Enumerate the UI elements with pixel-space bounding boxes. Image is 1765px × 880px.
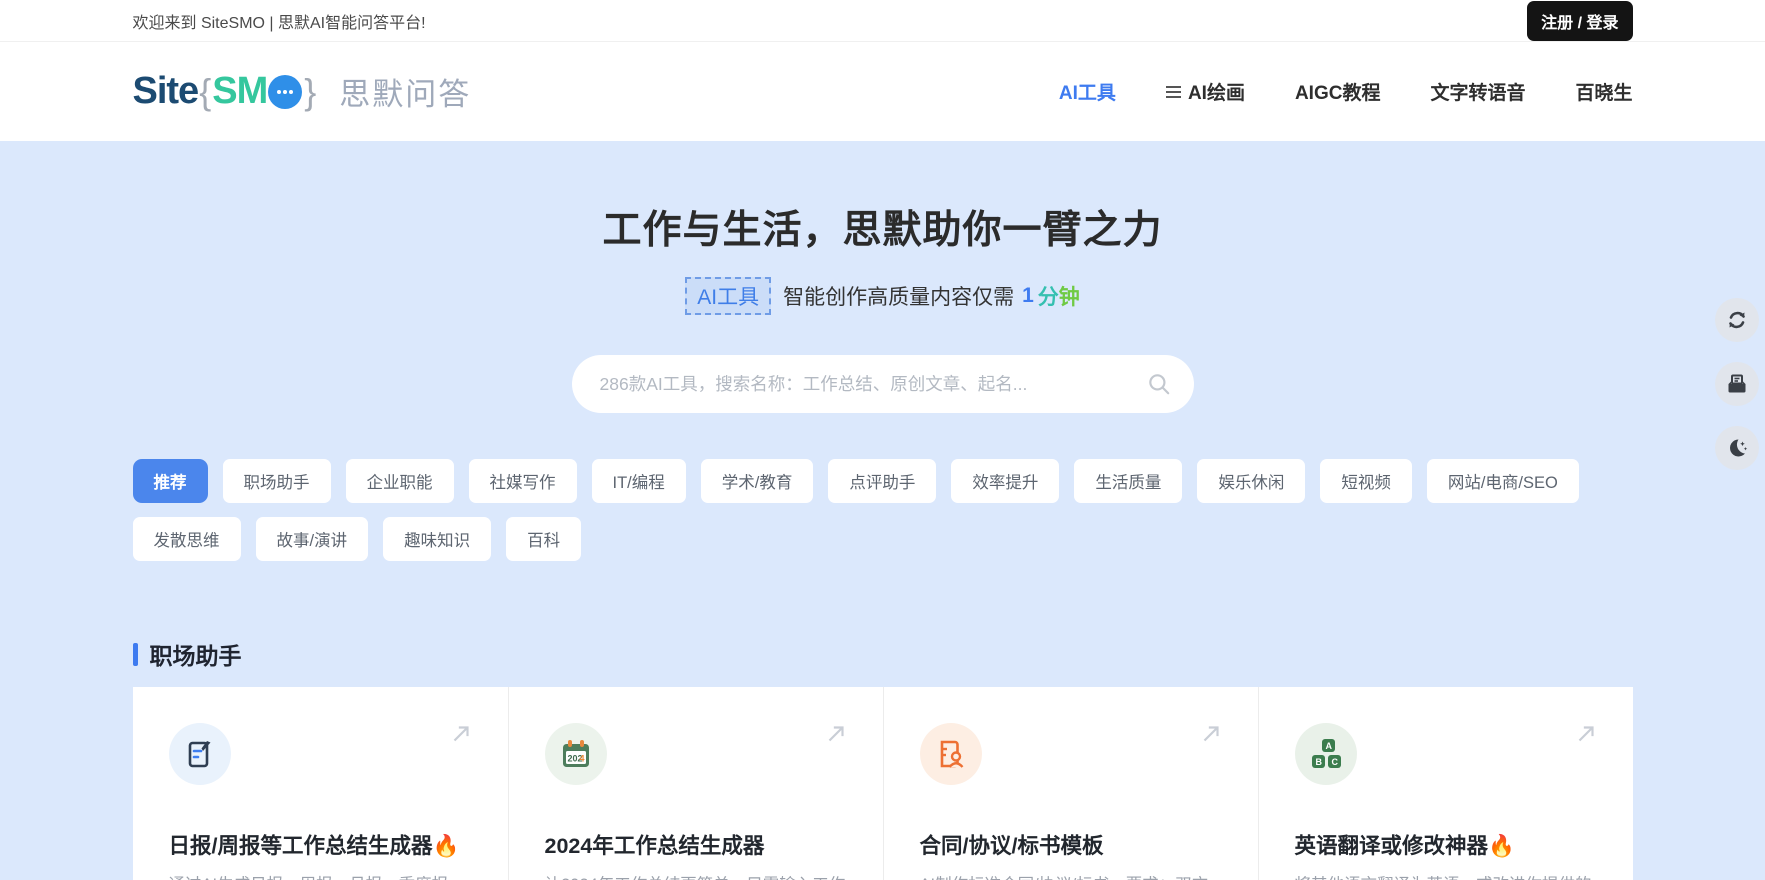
search-icon[interactable] [1146, 371, 1172, 402]
category-tags: 推荐 职场助手 企业职能 社媒写作 IT/编程 学术/教育 点评助手 效率提升 … [133, 459, 1633, 561]
highlight-unit-2: 钟 [1059, 281, 1080, 311]
tag-encyclopedia[interactable]: 百科 [506, 517, 581, 561]
inbox-button[interactable] [1715, 362, 1759, 406]
arrow-up-right-icon [1573, 721, 1599, 752]
section-header: 职场助手 [133, 637, 1633, 671]
logo-sm-text: SM [212, 70, 267, 113]
dark-mode-button[interactable] [1715, 426, 1759, 470]
card-title: 日报/周报等工作总结生成器🔥 [169, 829, 472, 860]
arrow-up-right-icon [448, 721, 474, 752]
contract-icon [920, 723, 982, 785]
nav-ai-tools-label: AI工具 [1059, 78, 1116, 105]
main-nav: AI工具 AI绘画 AIGC教程 文字转语音 百晓生 [1059, 78, 1633, 105]
ai-tools-chip: AI工具 [685, 277, 771, 315]
tag-efficiency[interactable]: 效率提升 [951, 459, 1059, 503]
tag-life-quality[interactable]: 生活质量 [1074, 459, 1182, 503]
card-description: 通过AI生成日报、周报、月报、季度报，让工作报告更简单，大大提升效率 [169, 873, 472, 880]
tag-divergent-thinking[interactable]: 发散思维 [133, 517, 241, 561]
tag-short-video[interactable]: 短视频 [1320, 459, 1412, 503]
block-letter-c: C [1331, 757, 1338, 767]
card-title: 2024年工作总结生成器 [545, 829, 847, 860]
block-letter-a: A [1325, 741, 1332, 751]
nav-aigc-tutorial-label: AIGC教程 [1295, 78, 1381, 105]
tag-social-media[interactable]: 社媒写作 [469, 459, 577, 503]
tag-recommended[interactable]: 推荐 [133, 459, 208, 503]
floating-toolbar [1715, 298, 1759, 470]
nav-baixiaosheng-label: 百晓生 [1575, 78, 1632, 105]
search-input[interactable] [572, 355, 1194, 413]
report-edit-icon [169, 723, 231, 785]
tag-story-speech[interactable]: 故事/演讲 [256, 517, 369, 561]
logo-site-text: Site [133, 70, 199, 113]
tag-workplace[interactable]: 职场助手 [223, 459, 331, 503]
tag-entertainment[interactable]: 娱乐休闲 [1197, 459, 1305, 503]
tag-enterprise[interactable]: 企业职能 [346, 459, 454, 503]
card-description: 将其他语言翻译为英语，或改进你提供的英语句子，提升工作效率 [1295, 873, 1597, 880]
register-login-button[interactable]: 注册 / 登录 [1527, 1, 1632, 41]
card-description: 让2024年工作总结更简单，只需输入工作内容和岗位，AI帮你生成工作总结 [545, 873, 847, 880]
card-title: 合同/协议/标书模板 [920, 829, 1222, 860]
tag-review[interactable]: 点评助手 [828, 459, 936, 503]
arrow-up-right-icon [1198, 721, 1224, 752]
nav-text-to-speech[interactable]: 文字转语音 [1430, 78, 1525, 105]
card-2024-summary-generator[interactable]: 202 4 2024年工作总结生成器 让2024年工作总结更简单，只需输入工作内… [508, 687, 883, 880]
logo-brace-close: } [304, 71, 316, 113]
nav-text-to-speech-label: 文字转语音 [1430, 78, 1525, 105]
hero-title: 工作与生活，思默助你一臂之力 [0, 199, 1765, 255]
card-description: AI制作标准合同/协议/标书，要求：双方信息、合同内容、终止条款等 [920, 873, 1222, 880]
tag-academic[interactable]: 学术/教育 [701, 459, 814, 503]
refresh-icon [1725, 308, 1749, 332]
tag-fun-facts[interactable]: 趣味知识 [383, 517, 491, 561]
logo-chinese-name: 思默问答 [339, 69, 471, 114]
highlight-unit-1: 分 [1038, 281, 1059, 311]
moon-stars-icon [1725, 436, 1749, 460]
header: Site { SM } 思默问答 AI工具 AI绘画 AIGC教程 文字转语音 … [0, 42, 1765, 141]
arrow-up-right-icon [823, 721, 849, 752]
search-bar [572, 355, 1194, 413]
nav-ai-tools[interactable]: AI工具 [1059, 78, 1116, 105]
nav-baixiaosheng[interactable]: 百晓生 [1575, 78, 1632, 105]
refresh-button[interactable] [1715, 298, 1759, 342]
tag-website-seo[interactable]: 网站/电商/SEO [1427, 459, 1579, 503]
card-contract-templates[interactable]: 合同/协议/标书模板 AI制作标准合同/协议/标书，要求：双方信息、合同内容、终… [883, 687, 1258, 880]
logo-speech-bubble-icon [268, 75, 302, 109]
menu-lines-icon [1166, 86, 1181, 98]
highlight-number: 1 [1022, 284, 1034, 308]
nav-ai-painting[interactable]: AI绘画 [1166, 78, 1245, 105]
site-logo[interactable]: Site { SM } 思默问答 [133, 69, 472, 114]
abc-blocks-icon: A B C [1295, 723, 1357, 785]
nav-ai-painting-label: AI绘画 [1188, 78, 1245, 105]
welcome-text: 欢迎来到 SiteSMO | 思默AI智能问答平台! [133, 9, 426, 33]
calendar-year-suffix: 4 [579, 754, 584, 764]
card-title: 英语翻译或修改神器🔥 [1295, 829, 1597, 860]
card-english-translation[interactable]: A B C 英语翻译或修改神器🔥 将其他语言翻译为英语，或改进你提供的英语句子，… [1258, 687, 1633, 880]
nav-aigc-tutorial[interactable]: AIGC教程 [1295, 78, 1381, 105]
inbox-icon [1725, 372, 1749, 396]
hero-subtitle-text: 智能创作高质量内容仅需 [783, 281, 1014, 311]
card-daily-report-generator[interactable]: 日报/周报等工作总结生成器🔥 通过AI生成日报、周报、月报、季度报，让工作报告更… [133, 687, 508, 880]
topbar: 欢迎来到 SiteSMO | 思默AI智能问答平台! 注册 / 登录 [0, 0, 1765, 42]
calendar-2024-icon: 202 4 [545, 723, 607, 785]
hero-subtitle: AI工具 智能创作高质量内容仅需 1 分 钟 [0, 277, 1765, 315]
tool-cards: 日报/周报等工作总结生成器🔥 通过AI生成日报、周报、月报、季度报，让工作报告更… [133, 687, 1633, 880]
tag-it-coding[interactable]: IT/编程 [592, 459, 686, 503]
logo-brace-open: { [199, 71, 211, 113]
block-letter-b: B [1315, 757, 1322, 767]
section-accent-bar [133, 643, 138, 666]
hero-section: 工作与生活，思默助你一臂之力 AI工具 智能创作高质量内容仅需 1 分 钟 推荐… [0, 141, 1765, 880]
section-title: 职场助手 [150, 637, 242, 671]
